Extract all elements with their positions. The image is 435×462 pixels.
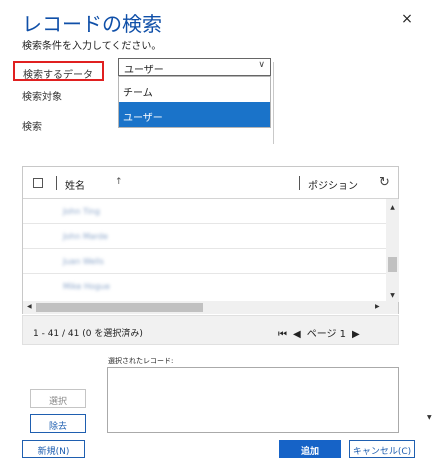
- grid-vertical-scrollbar[interactable]: ▲ ▼: [386, 199, 399, 302]
- look-in-label: 検索対象: [22, 92, 62, 103]
- search-label: 検索: [22, 122, 42, 133]
- option-user[interactable]: ユーザー: [119, 102, 270, 127]
- column-header-name[interactable]: 姓名: [65, 177, 85, 192]
- column-separator: [56, 176, 57, 190]
- row-name: John Ting: [63, 207, 100, 216]
- scroll-thumb[interactable]: [36, 303, 203, 312]
- look-for-select[interactable]: ユーザー ∨: [118, 58, 271, 76]
- select-all-checkbox[interactable]: [33, 178, 43, 188]
- pager: ⏮ ◀ ページ 1 ▶: [278, 325, 366, 340]
- first-page-icon[interactable]: ⏮: [278, 329, 287, 340]
- row-name: Mike Hogue: [63, 282, 110, 291]
- previous-page-icon[interactable]: ◀: [293, 329, 301, 340]
- column-separator: [299, 176, 300, 190]
- table-row[interactable]: Mike Hogue: [23, 275, 386, 299]
- selected-records-label: 選択されたレコード:: [108, 357, 174, 365]
- dialog-scrollbar[interactable]: ▼: [426, 400, 435, 430]
- scroll-right-icon[interactable]: ▶: [375, 303, 380, 310]
- scroll-up-icon[interactable]: ▲: [386, 204, 399, 211]
- cancel-button[interactable]: キャンセル(C): [349, 440, 415, 458]
- row-name: John Marde: [63, 232, 108, 241]
- table-row[interactable]: Juan Wells: [23, 250, 386, 274]
- option-team[interactable]: チーム: [119, 77, 270, 102]
- look-for-select-value: ユーザー: [124, 65, 164, 76]
- new-button[interactable]: 新規(N): [22, 440, 85, 458]
- grid-footer: 1 - 41 / 41 (0 を選択済み) ⏮ ◀ ページ 1 ▶: [22, 315, 399, 345]
- lookup-dialog: レコードの検索 × 検索条件を入力してください。 検索するデータ 検索対象 検索…: [0, 0, 435, 462]
- table-row[interactable]: John Ting: [23, 200, 386, 224]
- page-label: ページ 1: [306, 329, 347, 340]
- chevron-down-icon: ∨: [258, 60, 265, 70]
- next-page-icon[interactable]: ▶: [352, 329, 360, 340]
- scroll-down-icon[interactable]: ▼: [386, 292, 399, 299]
- refresh-icon[interactable]: ↻: [379, 175, 390, 190]
- dialog-title: レコードの検索: [22, 12, 162, 36]
- add-button[interactable]: 追加: [279, 440, 341, 458]
- row-name: Juan Wells: [63, 257, 104, 266]
- grid-header: 姓名 ↑ ポジション ↻: [23, 167, 398, 199]
- column-header-position[interactable]: ポジション: [308, 177, 358, 192]
- scroll-left-icon[interactable]: ◀: [27, 303, 32, 310]
- table-row[interactable]: John Marde: [23, 225, 386, 249]
- scroll-thumb[interactable]: [388, 257, 397, 272]
- select-button[interactable]: 選択: [30, 389, 86, 408]
- grid-horizontal-scrollbar[interactable]: ◀ ▶: [23, 301, 398, 314]
- selection-count: 1 - 41 / 41 (0 を選択済み): [33, 329, 143, 339]
- divider: [273, 62, 274, 144]
- look-for-label: 検索するデータ: [13, 61, 104, 81]
- results-grid: 姓名 ↑ ポジション ↻ John Ting John Marde Juan W…: [22, 166, 399, 314]
- close-icon[interactable]: ×: [400, 11, 414, 27]
- dialog-subtitle: 検索条件を入力してください。: [22, 41, 162, 52]
- sort-ascending-icon[interactable]: ↑: [115, 177, 123, 187]
- remove-button[interactable]: 除去: [30, 414, 86, 433]
- scroll-down-icon[interactable]: ▼: [427, 414, 432, 421]
- selected-records-box[interactable]: [107, 367, 399, 433]
- look-for-options: チーム ユーザー: [118, 76, 271, 128]
